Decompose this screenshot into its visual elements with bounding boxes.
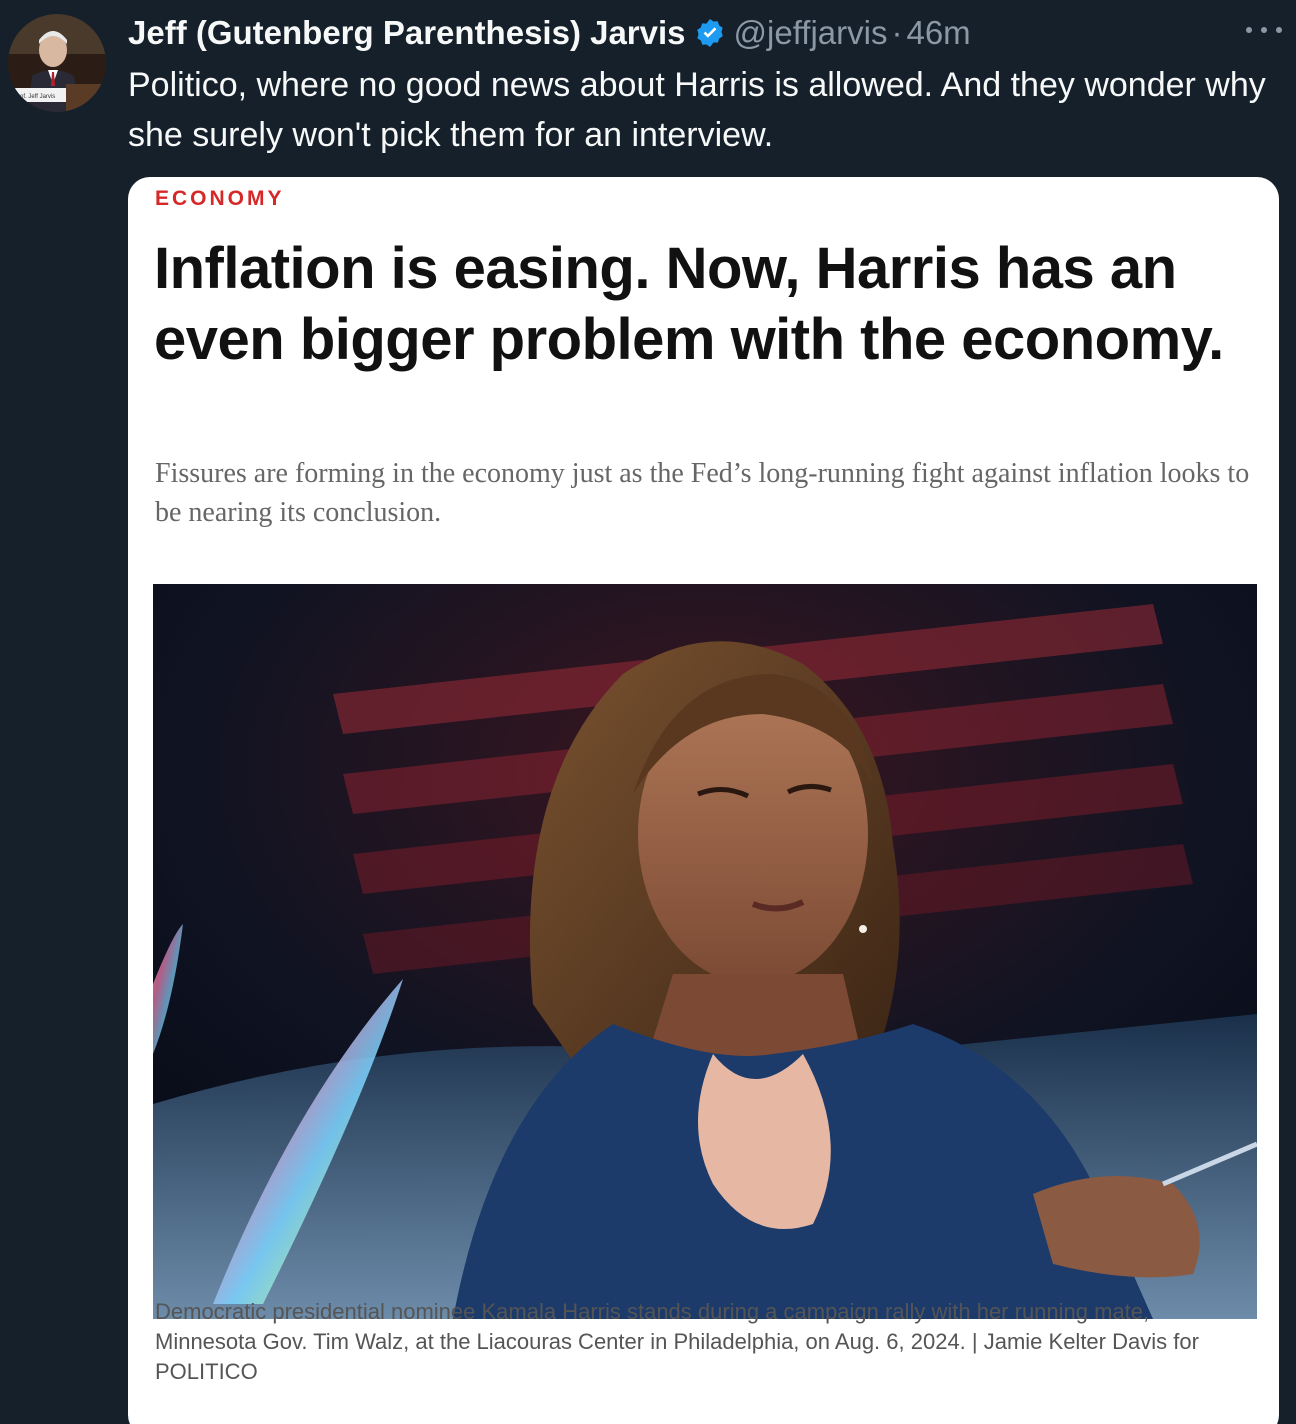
article-kicker: ECONOMY (155, 187, 285, 210)
verified-badge-icon[interactable] (694, 17, 726, 49)
tweet-text: Politico, where no good news about Harri… (128, 66, 1266, 154)
more-options-icon[interactable] (1246, 18, 1282, 42)
article-dek: Fissures are forming in the economy just… (155, 458, 1250, 528)
more-dot (1261, 27, 1267, 33)
header-separator: · (891, 14, 903, 51)
article-headline: Inflation is easing. Now, Harris has an … (154, 236, 1224, 372)
tweet-timestamp[interactable]: 46m (906, 14, 970, 52)
avatar-image: Prof. Jeff Jarvis (8, 14, 106, 112)
author-handle[interactable]: @jeffjarvis (734, 14, 888, 52)
author-display-name[interactable]: Jeff (Gutenberg Parenthesis) Jarvis (128, 14, 686, 52)
article-screenshot-card[interactable]: ECONOMY Inflation is easing. Now, Harris… (128, 177, 1279, 1424)
photo-caption: Democratic presidential nominee Kamala H… (155, 1299, 1199, 1384)
tweet-header: Jeff (Gutenberg Parenthesis) Jarvis @jef… (128, 12, 971, 54)
author-avatar[interactable]: Prof. Jeff Jarvis (8, 14, 106, 112)
article-photo (153, 584, 1257, 1319)
avatar-label: Prof. Jeff Jarvis (14, 94, 55, 100)
more-dot (1246, 27, 1252, 33)
more-dot (1276, 27, 1282, 33)
